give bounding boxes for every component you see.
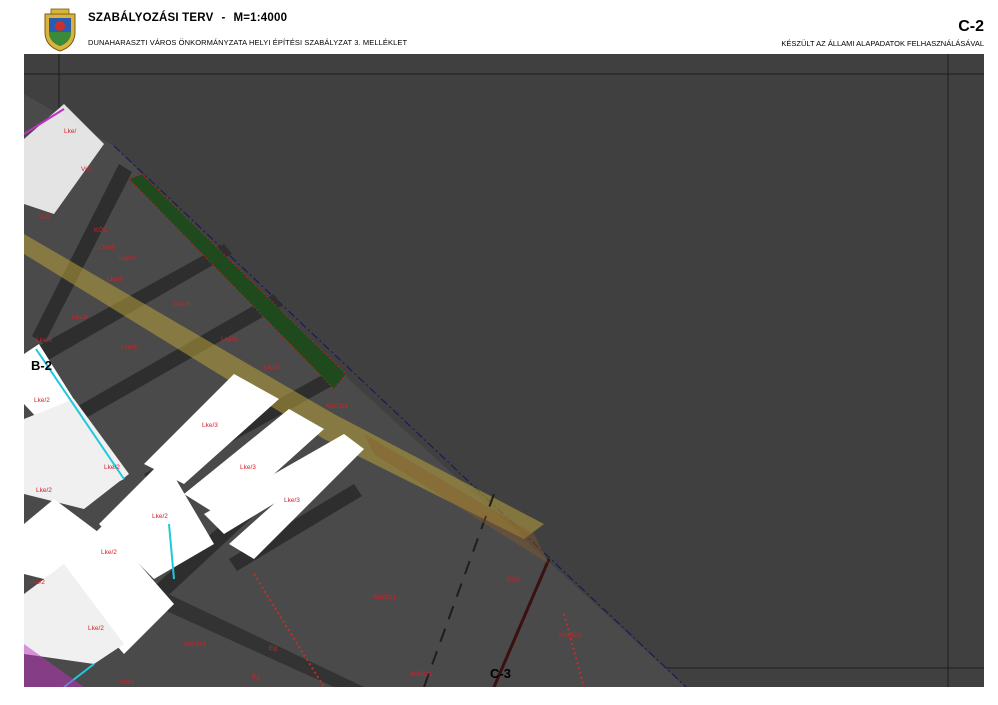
sheet-label-south: C-3 bbox=[490, 666, 511, 681]
plan-title: SZABÁLYOZÁSI TERV - M=1:4000 bbox=[88, 12, 287, 24]
zone-label: Mü/Sz1 bbox=[326, 403, 349, 410]
zone-label: Lke/2 bbox=[29, 579, 45, 586]
zone-label: Lke/2 bbox=[104, 464, 120, 471]
sheet-header: SZABÁLYOZÁSI TERV - M=1:4000 DUNAHARASZTI … bbox=[0, 0, 998, 55]
sheet-code: C-2 bbox=[958, 18, 984, 35]
zone-label: Lke/2 bbox=[34, 397, 50, 404]
zone-label: Mü/Sz1 bbox=[184, 641, 207, 648]
zone-label: Lke/2 bbox=[152, 513, 168, 520]
zone-label: Lke/2 bbox=[101, 549, 117, 556]
zone-label: Lke/2 bbox=[88, 625, 104, 632]
zone-label: Mü/Sz1 bbox=[410, 671, 433, 678]
zone-label: Lke/6 bbox=[99, 244, 115, 251]
zone-label: Lke/6 bbox=[72, 314, 88, 321]
zone-label: Mü/Sz1 bbox=[374, 594, 397, 601]
zone-label: Lke/9 bbox=[264, 364, 280, 371]
zoning-map[interactable]: B-2 C-3 Lke/ Vi/2 Vi/2 KÖu Lke/6 Lke/6 L… bbox=[24, 54, 984, 687]
zone-label: Mü/Sz1 bbox=[559, 632, 582, 639]
zone-label: Lke/6 bbox=[174, 301, 190, 308]
basemap-note: KÉSZÜLT AZ ÁLLAMI ALAPADATOK FELHASZNÁLÁ… bbox=[781, 39, 984, 48]
plan-title-text: SZABÁLYOZÁSI TERV bbox=[88, 12, 214, 24]
zone-label: Lke/6 bbox=[121, 344, 137, 351]
zone-label: Lke/2 bbox=[36, 487, 52, 494]
zone-label: Vi/2 bbox=[81, 166, 93, 173]
map-drawing bbox=[24, 54, 984, 687]
zone-label: Lke/9 bbox=[119, 255, 135, 262]
plan-scale: M=1:4000 bbox=[233, 12, 288, 24]
coat-of-arms-icon bbox=[44, 8, 76, 52]
zone-label: Lke/3 bbox=[240, 464, 256, 471]
zone-label: Eg bbox=[269, 645, 277, 652]
zone-label: Lke/6 bbox=[36, 337, 52, 344]
zone-label: KÖk bbox=[507, 576, 520, 583]
title-separator: - bbox=[221, 12, 226, 24]
zone-label: KÖu bbox=[94, 227, 108, 234]
zone-label: Mü/8 bbox=[120, 679, 135, 686]
zone-label: Vi/2 bbox=[39, 214, 51, 221]
zone-label: Eg bbox=[252, 674, 260, 681]
zone-label: Lke/9 bbox=[221, 336, 237, 343]
zone-label: Lke/6 bbox=[107, 276, 123, 283]
zone-label: Lke/ bbox=[64, 128, 77, 135]
plan-subtitle: DUNAHARASZTI VÁROS ÖNKORMÁNYZATA HELYI É… bbox=[88, 38, 408, 47]
zone-label: Lke/3 bbox=[284, 497, 300, 504]
zone-label: Lke/3 bbox=[202, 422, 218, 429]
sheet-label-west: B-2 bbox=[31, 358, 52, 373]
